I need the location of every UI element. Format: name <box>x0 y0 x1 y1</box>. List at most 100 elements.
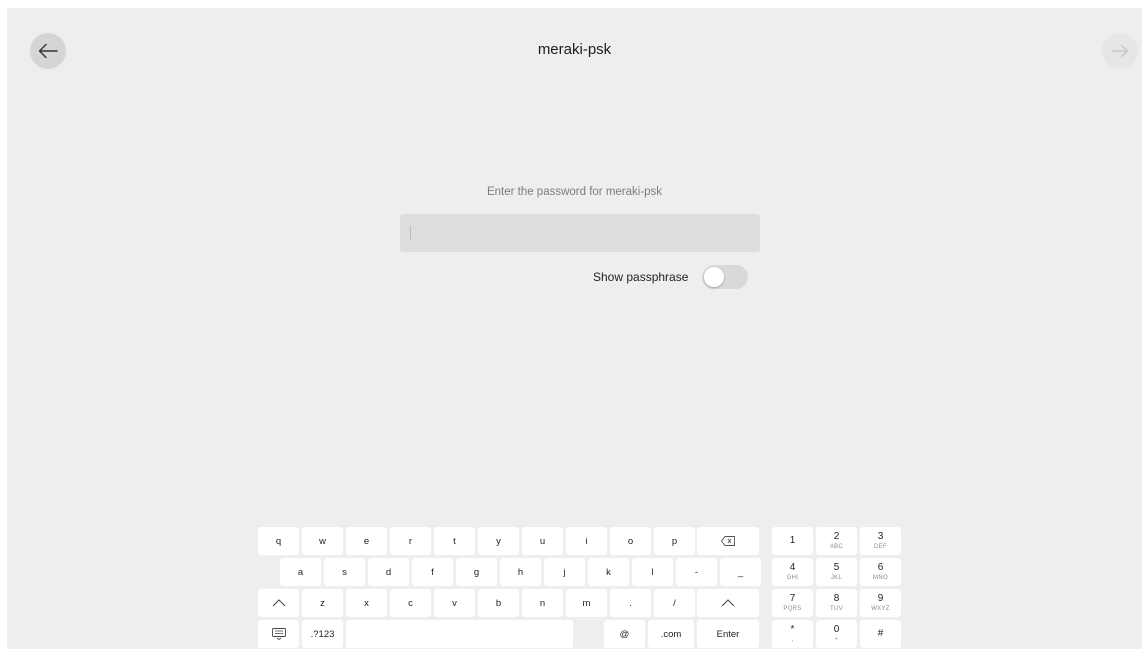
numpad-digit: 8 <box>833 593 840 604</box>
key-label: y <box>496 535 501 547</box>
key-label: d <box>385 566 392 578</box>
numpad-digit: 4 <box>789 562 796 573</box>
key-t[interactable]: t <box>434 527 475 555</box>
key-c[interactable]: c <box>390 589 431 617</box>
key-f[interactable]: f <box>412 558 453 586</box>
numpad-key-7[interactable]: 7 PQRS <box>772 589 813 617</box>
key-o[interactable]: o <box>610 527 651 555</box>
on-screen-keyboard: q w e r t y u i o p a s d f g h j k l - _z x c v b n m. / .?123 @ .com… <box>7 8 1142 649</box>
wifi-password-screen: meraki-psk Enter the password for meraki… <box>7 8 1142 649</box>
key-label: / <box>673 597 676 609</box>
numpad-key-star[interactable]: *, <box>772 620 813 648</box>
numpad-letters: TUV <box>830 606 843 612</box>
key-label: a <box>297 566 304 578</box>
show-passphrase-toggle[interactable] <box>702 265 749 289</box>
key-label: @ <box>619 628 630 640</box>
key-d[interactable]: d <box>368 558 409 586</box>
key-label: z <box>320 597 325 609</box>
key-s[interactable]: s <box>324 558 365 586</box>
numpad-key-hash[interactable]: # <box>860 620 901 648</box>
numpad-letters: + <box>834 637 839 643</box>
key-e[interactable]: e <box>346 527 387 555</box>
key-p[interactable]: p <box>654 527 695 555</box>
password-prompt: Enter the password for meraki-psk <box>486 186 663 198</box>
numpad-key-9[interactable]: 9 WXYZ <box>860 589 901 617</box>
key-underscore[interactable]: _ <box>720 558 761 586</box>
shift-icon <box>272 599 286 607</box>
key-slash[interactable]: / <box>654 589 695 617</box>
key-v[interactable]: v <box>434 589 475 617</box>
shift-key-right[interactable] <box>697 589 759 617</box>
key-period[interactable]: . <box>610 589 651 617</box>
key-label: m <box>582 597 591 609</box>
at-key[interactable]: @ <box>604 620 645 648</box>
key-label: u <box>539 535 546 547</box>
key-label: _ <box>737 566 744 578</box>
dotcom-key[interactable]: .com <box>648 620 694 648</box>
space-key[interactable] <box>346 620 573 648</box>
key-hyphen[interactable]: - <box>676 558 717 586</box>
show-passphrase-label: Show passphrase <box>593 270 689 284</box>
key-n[interactable]: n <box>522 589 563 617</box>
numpad-key-3[interactable]: 3 DEF <box>860 527 901 555</box>
numpad-digit: 1 <box>789 535 796 546</box>
backspace-key[interactable] <box>697 527 759 555</box>
key-x[interactable]: x <box>346 589 387 617</box>
numpad-key-1[interactable]: 1 <box>772 527 813 555</box>
numpad-letters: GHI <box>786 575 799 581</box>
key-label: v <box>452 597 457 609</box>
numpad-letters: ABC <box>829 544 844 550</box>
shift-icon <box>721 599 735 607</box>
key-k[interactable]: k <box>588 558 629 586</box>
next-button[interactable] <box>1102 33 1138 69</box>
password-input[interactable] <box>400 214 760 252</box>
key-w[interactable]: w <box>302 527 343 555</box>
key-h[interactable]: h <box>500 558 541 586</box>
key-label: Enter <box>716 628 740 640</box>
key-l[interactable]: l <box>632 558 673 586</box>
key-label: w <box>319 535 326 547</box>
numpad-key-8[interactable]: 8 TUV <box>816 589 857 617</box>
key-z[interactable]: z <box>302 589 343 617</box>
key-label: r <box>408 535 413 547</box>
key-a[interactable]: a <box>280 558 321 586</box>
numpad-digit: 3 <box>877 531 884 542</box>
key-y[interactable]: y <box>478 527 519 555</box>
key-label: n <box>539 597 546 609</box>
shift-key-left[interactable] <box>258 589 299 617</box>
numpad-key-4[interactable]: 4 GHI <box>772 558 813 586</box>
numpad-digit: 9 <box>877 593 884 604</box>
hide-keyboard-key[interactable] <box>258 620 299 648</box>
key-label: .com <box>660 628 682 640</box>
key-j[interactable]: j <box>544 558 585 586</box>
key-r[interactable]: r <box>390 527 431 555</box>
numpad-digit: 5 <box>833 562 840 573</box>
numpad-key-2[interactable]: 2 ABC <box>816 527 857 555</box>
backspace-icon <box>721 536 735 546</box>
numpad-digit: * <box>790 624 795 635</box>
key-g[interactable]: g <box>456 558 497 586</box>
numpad-letters: DEF <box>874 544 887 550</box>
numpad-digit: 0 <box>833 624 840 635</box>
key-u[interactable]: u <box>522 527 563 555</box>
numpad-key-5[interactable]: 5 JKL <box>816 558 857 586</box>
key-i[interactable]: i <box>566 527 607 555</box>
symbols-key[interactable]: .?123 <box>302 620 343 648</box>
key-q[interactable]: q <box>258 527 299 555</box>
key-label: x <box>364 597 369 609</box>
key-label: c <box>408 597 413 609</box>
key-m[interactable]: m <box>566 589 607 617</box>
numpad-key-0[interactable]: 0 + <box>816 620 857 648</box>
key-label: f <box>431 566 434 578</box>
show-passphrase-row: Show passphrase <box>593 264 749 290</box>
numpad-key-6[interactable]: 6 MNO <box>860 558 901 586</box>
numpad-digit: # <box>877 628 884 639</box>
key-label: .?123 <box>310 628 335 640</box>
numpad-letters: , <box>791 637 794 643</box>
key-label: - <box>694 566 699 578</box>
numpad-letters: JKL <box>830 575 843 581</box>
key-label: t <box>453 535 456 547</box>
key-b[interactable]: b <box>478 589 519 617</box>
numpad-letters: PQRS <box>783 606 802 612</box>
enter-key[interactable]: Enter <box>697 620 759 648</box>
